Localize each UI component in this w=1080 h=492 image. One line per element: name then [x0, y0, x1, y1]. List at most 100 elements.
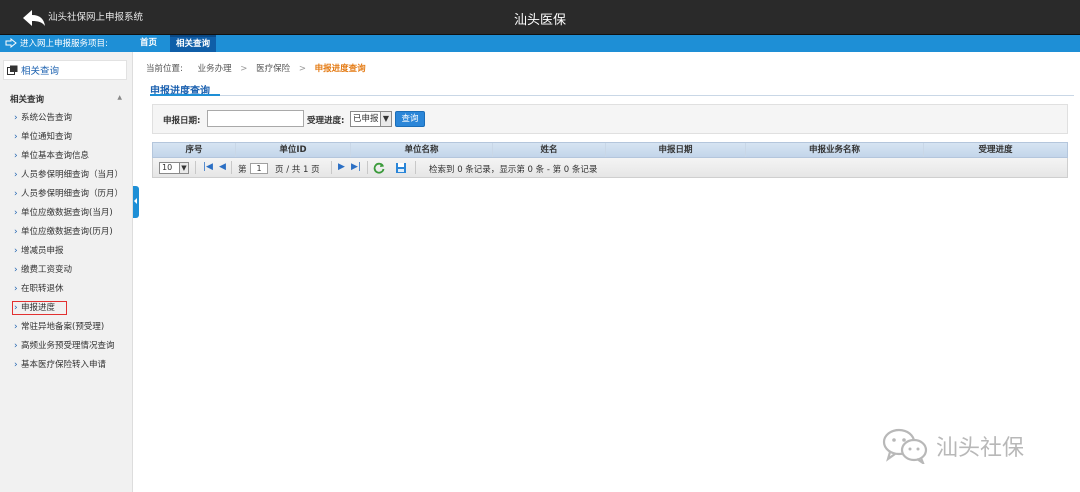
breadcrumb-level2[interactable]: 医疗保险 — [256, 64, 290, 74]
sidebar-item-label: 单位应缴数据查询(当月) — [21, 208, 113, 218]
sidebar-item-label: 在职转退休 — [21, 284, 64, 294]
sidebar-item-wage-change[interactable]: › 缴费工资变动 — [0, 261, 133, 280]
sidebar-item-label: 人员参保明细查询（当月） — [21, 170, 124, 180]
progress-label: 受理进度: — [307, 116, 345, 126]
dropdown-arrow-icon: ▼ — [179, 163, 188, 173]
nav-enter-label: 进入网上申报服务项目: — [20, 39, 108, 49]
sidebar-menu: › 系统公告查询 › 单位通知查询 › 单位基本查询信息 › 人员参保明细查询（当月） … — [0, 109, 133, 375]
sidebar: 相关查询 相关查询 ▲ › 系统公告查询 › 单位通知查询 › 单位基本查询信息 › 人… — [0, 52, 133, 492]
sidebar-item-unit-notice[interactable]: › 单位通知查询 — [0, 128, 133, 147]
watermark-text: 汕头社保 — [936, 436, 1025, 461]
pager-divider — [231, 161, 232, 174]
page-header-title: 汕头医保 — [513, 13, 566, 28]
page-number-input[interactable]: 1 — [250, 163, 268, 174]
sidebar-item-remote-filing[interactable]: › 常驻异地备案(预受理) — [0, 318, 133, 337]
sidebar-item-label: 单位基本查询信息 — [21, 151, 90, 161]
sidebar-item-label: 增减员申报 — [21, 246, 64, 256]
caret-up-icon: ▲ — [117, 94, 122, 101]
sidebar-item-label: 缴费工资变动 — [21, 265, 73, 275]
pager-divider — [415, 161, 416, 174]
page-size-select[interactable]: 10 ▼ — [159, 162, 189, 174]
column-header[interactable]: 单位ID — [236, 143, 351, 157]
page-prefix: 第 — [238, 165, 247, 175]
first-page-icon[interactable]: |◀ — [203, 162, 213, 172]
progress-select[interactable]: 已申报 ▼ — [350, 111, 392, 127]
date-input[interactable] — [207, 110, 304, 127]
grid-header: 序号 单位ID 单位名称 姓名 申报日期 申报业务名称 受理进度 — [152, 142, 1068, 158]
column-header[interactable]: 受理进度 — [924, 143, 1067, 157]
filter-panel: 申报日期: 受理进度: 已申报 ▼ 查询 — [152, 104, 1068, 134]
chevron-right-icon: › — [14, 246, 18, 256]
next-page-icon[interactable]: ▶ — [338, 162, 345, 172]
query-button[interactable]: 查询 — [395, 111, 425, 127]
sidebar-item-unit-payable-current[interactable]: › 单位应缴数据查询(当月) — [0, 204, 133, 223]
sidebar-item-label: 申报进度 — [11, 301, 68, 315]
column-header[interactable]: 姓名 — [493, 143, 606, 157]
column-header[interactable]: 申报业务名称 — [746, 143, 924, 157]
breadcrumb-separator-icon: > — [298, 64, 306, 74]
pager-status: 检索到 0 条记录，显示第 0 条 - 第 0 条记录 — [429, 165, 598, 175]
dropdown-arrow-icon: ▼ — [380, 112, 391, 126]
sidebar-item-declaration-progress[interactable]: › 申报进度 — [0, 299, 133, 318]
top-bar: 汕头社保网上申报系统 汕头医保 — [0, 0, 1080, 35]
sidebar-item-unit-payable-history[interactable]: › 单位应缴数据查询(历月) — [0, 223, 133, 242]
chevron-right-icon: › — [14, 265, 18, 275]
chevron-right-icon: › — [14, 360, 18, 370]
chevron-right-icon: › — [14, 151, 18, 161]
sidebar-item-member-detail-history[interactable]: › 人员参保明细查询（历月） — [0, 185, 133, 204]
chevron-right-icon: › — [14, 132, 18, 142]
enter-arrow-icon — [5, 38, 17, 48]
chevron-right-icon: › — [14, 189, 18, 199]
breadcrumb-prefix: 当前位置: — [146, 64, 183, 74]
tab-home[interactable]: 首页 — [134, 35, 163, 52]
chevron-right-icon: › — [14, 284, 18, 294]
sidebar-heading-label: 相关查询 — [21, 66, 60, 77]
date-label: 申报日期: — [163, 116, 201, 126]
sidebar-item-label: 单位应缴数据查询(历月) — [21, 227, 113, 237]
window-icon — [7, 65, 18, 75]
sidebar-item-member-detail-current[interactable]: › 人员参保明细查询（当月） — [0, 166, 133, 185]
pagination-bar: 10 ▼ |◀ ◀ 第 1 页 / 共 1 页 ▶ ▶| 检索到 0 条记录，显… — [152, 158, 1068, 178]
sidebar-item-retirement[interactable]: › 在职转退休 — [0, 280, 133, 299]
prev-page-icon[interactable]: ◀ — [219, 162, 226, 172]
sidebar-item-label: 高频业务预受理情况查询 — [21, 341, 115, 351]
chevron-right-icon: › — [14, 113, 18, 123]
save-icon[interactable] — [395, 162, 407, 174]
sidebar-item-label: 单位通知查询 — [21, 132, 73, 142]
sidebar-item-staff-change[interactable]: › 增减员申报 — [0, 242, 133, 261]
progress-select-value: 已申报 — [353, 114, 379, 124]
sidebar-item-system-notice[interactable]: › 系统公告查询 — [0, 109, 133, 128]
sidebar-item-unit-basic-info[interactable]: › 单位基本查询信息 — [0, 147, 133, 166]
column-header[interactable]: 单位名称 — [351, 143, 493, 157]
sidebar-heading[interactable]: 相关查询 — [3, 60, 127, 80]
sidebar-collapse-handle[interactable] — [133, 186, 139, 218]
pager-divider — [195, 161, 196, 174]
column-header[interactable]: 申报日期 — [606, 143, 746, 157]
sidebar-group-header[interactable]: 相关查询 ▲ — [10, 93, 122, 105]
sidebar-item-high-freq-query[interactable]: › 高频业务预受理情况查询 — [0, 337, 133, 356]
breadcrumb-current: 申报进度查询 — [314, 64, 366, 74]
pager-divider — [331, 161, 332, 174]
chevron-right-icon: › — [14, 322, 18, 332]
last-page-icon[interactable]: ▶| — [351, 162, 361, 172]
sidebar-item-label: 基本医疗保险转入申请 — [21, 360, 107, 370]
chevron-right-icon: › — [14, 227, 18, 237]
refresh-icon[interactable] — [373, 162, 385, 174]
column-header[interactable]: 序号 — [153, 143, 236, 157]
chevron-right-icon: › — [14, 170, 18, 180]
watermark: 汕头社保 — [882, 428, 1024, 464]
sidebar-group-label: 相关查询 — [10, 95, 45, 105]
tab-related-query[interactable]: 相关查询 — [170, 35, 217, 52]
page-size-value: 10 — [162, 163, 173, 172]
breadcrumb-level1[interactable]: 业务办理 — [198, 64, 232, 74]
breadcrumb-separator-icon: > — [240, 64, 248, 74]
page-suffix: 页 / 共 1 页 — [275, 165, 320, 175]
sidebar-item-label: 系统公告查询 — [21, 113, 73, 123]
sidebar-item-medical-transfer[interactable]: › 基本医疗保险转入申请 — [0, 356, 133, 375]
nav-enter: 进入网上申报服务项目: — [5, 37, 108, 49]
section-divider — [150, 94, 1074, 96]
nav-bar: 进入网上申报服务项目: 首页 相关查询 — [0, 35, 1080, 52]
chevron-right-icon: › — [14, 341, 18, 351]
wechat-icon — [882, 428, 928, 464]
chevron-right-icon: › — [14, 208, 18, 218]
